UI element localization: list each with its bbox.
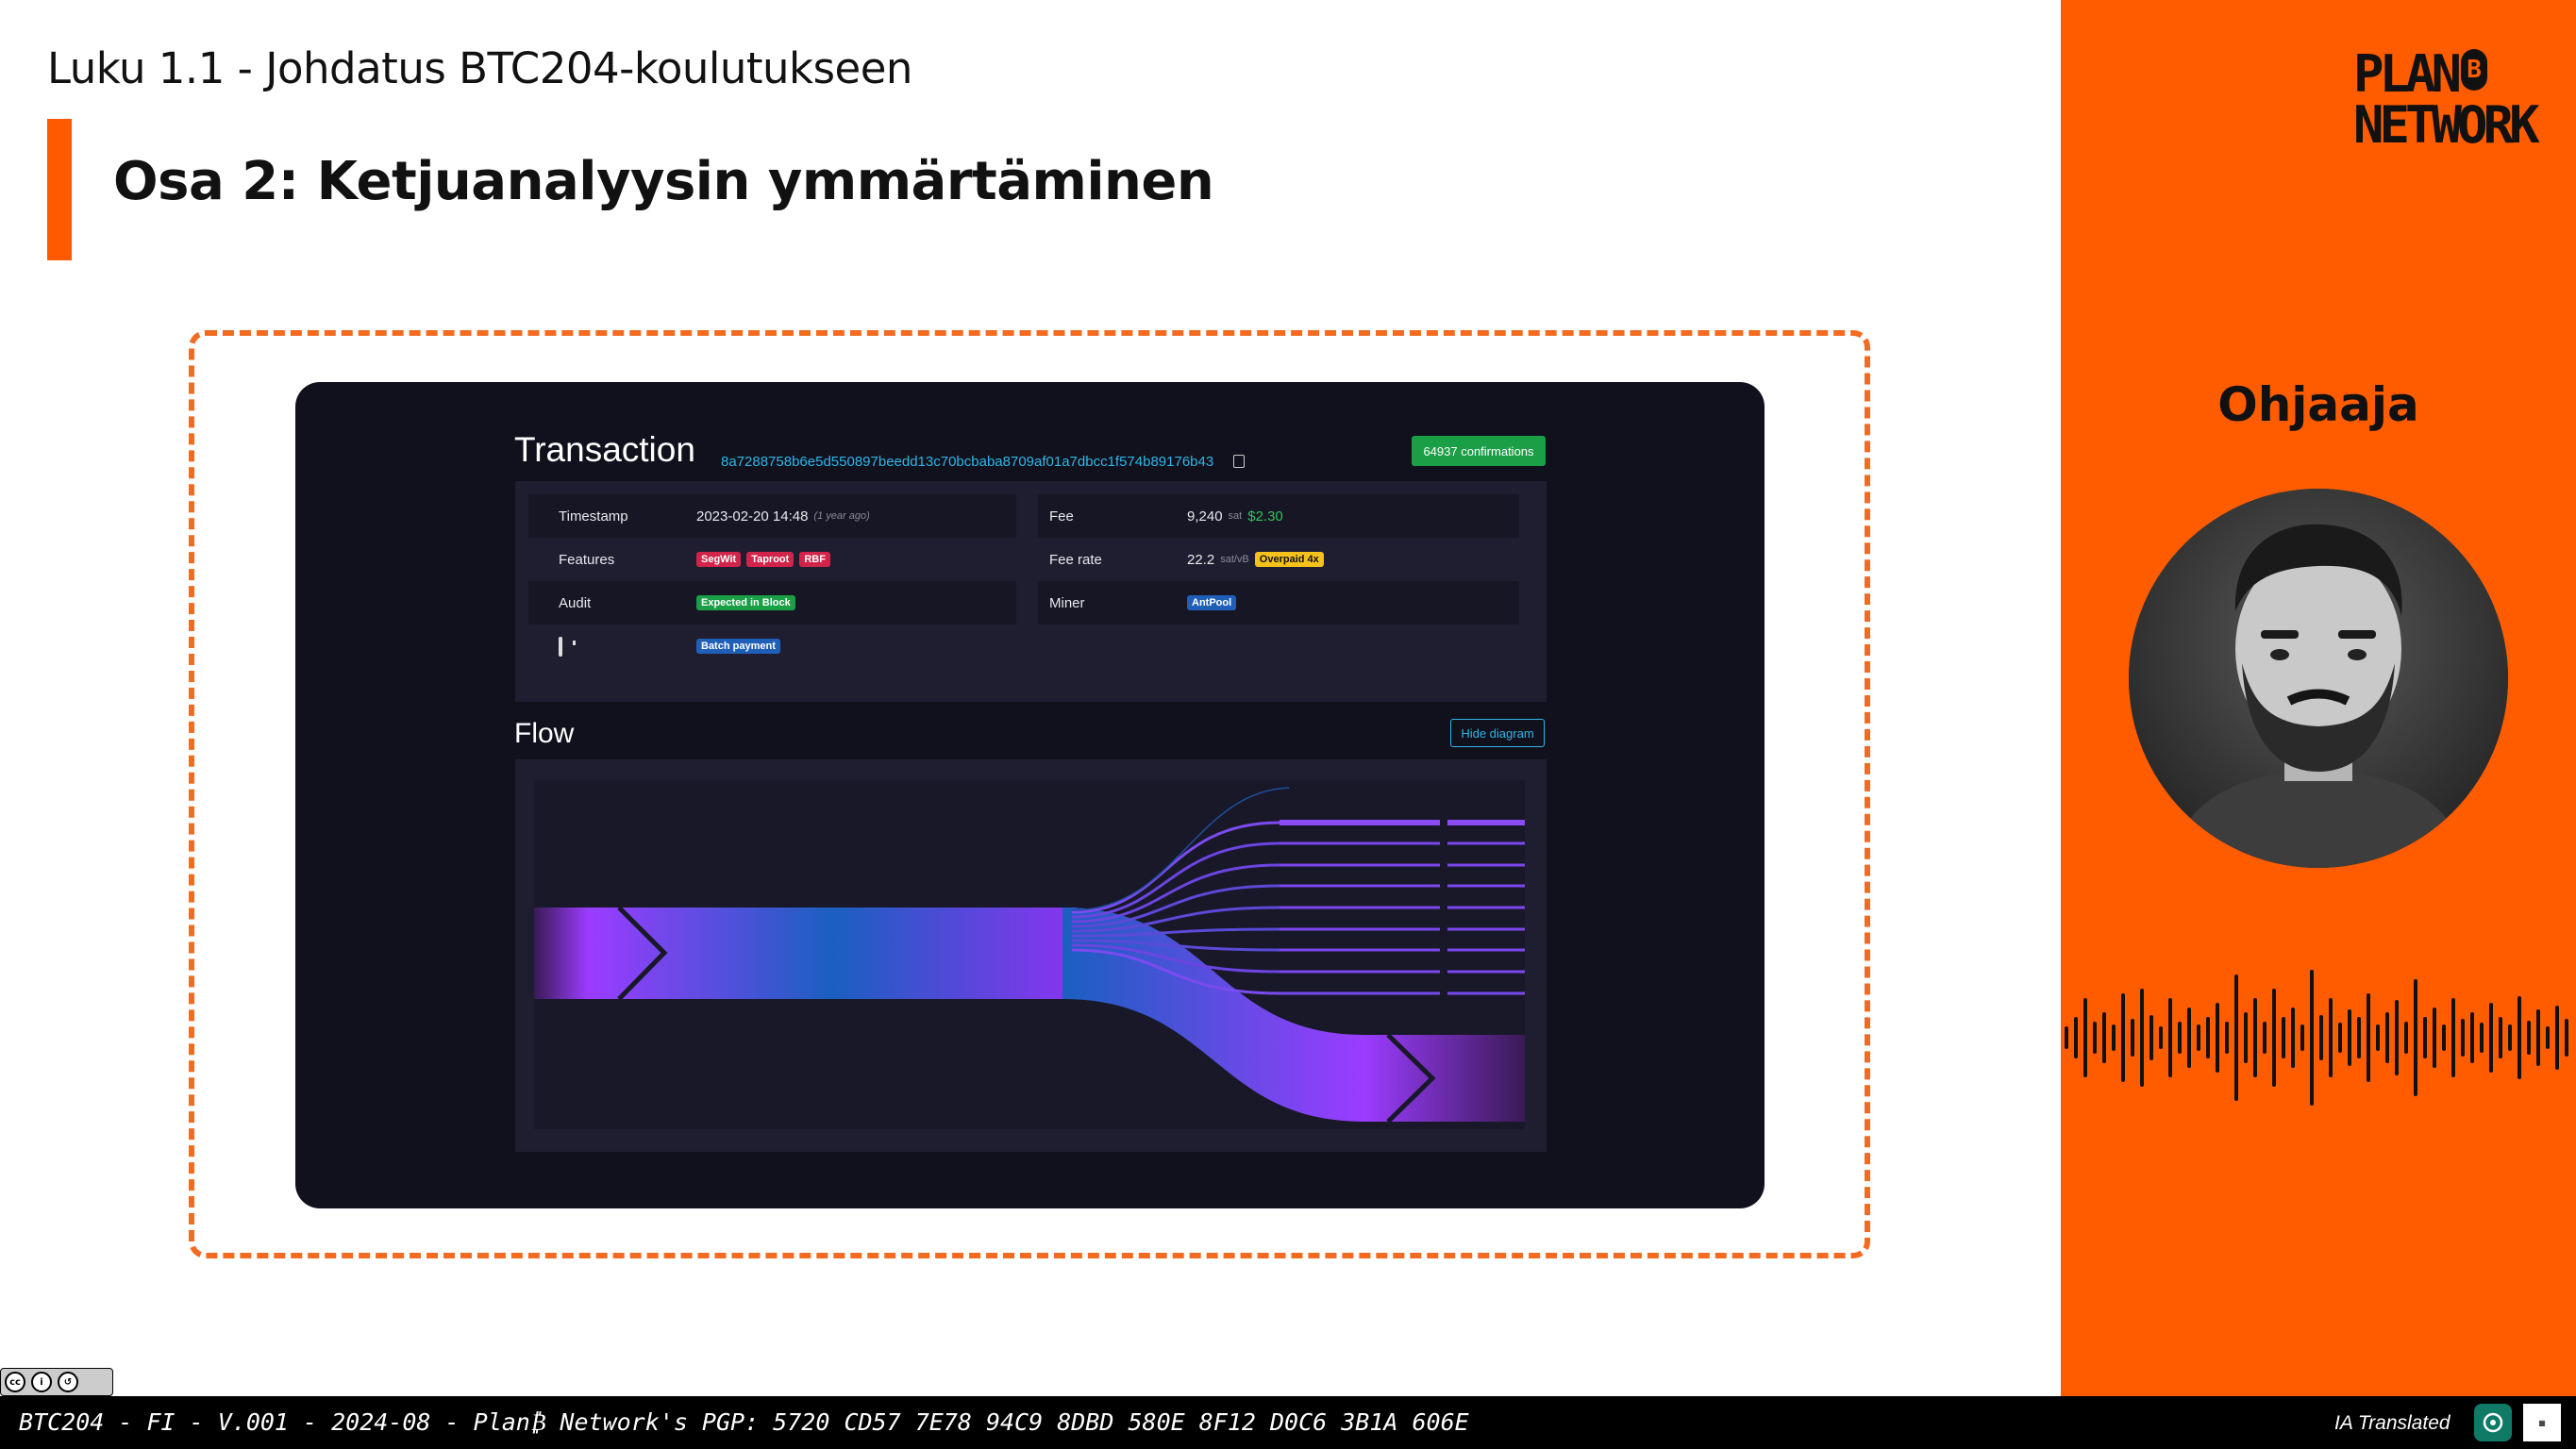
section-accent-bar: [47, 119, 72, 260]
overpaid-badge: Overpaid 4x: [1254, 552, 1324, 567]
glasses-icon: [559, 636, 562, 657]
fee-label: Fee: [1049, 508, 1074, 525]
fee-row: Fee 9,240 sat $2.30: [1038, 494, 1519, 538]
flow-diagram: [534, 787, 1525, 1124]
confirmations-badge: 64937 confirmations: [1412, 436, 1546, 466]
hide-diagram-button[interactable]: Hide diagram: [1450, 719, 1545, 747]
fee-rate-unit: sat/vB: [1220, 554, 1249, 565]
fee-rate-row: Fee rate 22.2 sat/vB Overpaid 4x: [1038, 538, 1519, 581]
features-tags: SegWit Taproot RBF: [696, 552, 830, 567]
feature-tag-rbf[interactable]: RBF: [799, 552, 830, 567]
section-title: Osa 2: Ketjuanalyysin ymmärtäminen: [113, 151, 1214, 212]
instructor-sidebar: PLAN B NETWORK Ohjaaja: [2061, 0, 2576, 1396]
audit-row: Audit Expected in Block: [528, 581, 1016, 625]
miner-row: Miner AntPool: [1038, 581, 1519, 625]
fee-rate-value-group: 22.2 sat/vB Overpaid 4x: [1187, 552, 1324, 568]
transaction-title: Transaction: [514, 430, 695, 469]
cc-icon: cc: [5, 1372, 25, 1392]
batch-payment-badge: Batch payment: [696, 639, 780, 654]
timestamp-value-group: 2023-02-20 14:48 (1 year ago): [696, 508, 870, 525]
batch-value-group: Batch payment: [696, 639, 780, 654]
instructor-photo: [2129, 489, 2508, 868]
timestamp-row: Timestamp 2023-02-20 14:48 (1 year ago): [528, 494, 1016, 538]
miner-badge[interactable]: AntPool: [1187, 595, 1237, 610]
audit-badge: Expected in Block: [696, 595, 795, 610]
flow-title: Flow: [514, 718, 575, 749]
change-output-flow: [1062, 908, 1364, 1122]
chapter-title: Luku 1.1 - Johdatus BTC204-koulutukseen: [47, 43, 912, 93]
fee-usd: $2.30: [1247, 508, 1283, 525]
features-label: Features: [559, 551, 615, 568]
fee-rate-value: 22.2: [1187, 551, 1215, 568]
audit-label: Audit: [559, 594, 592, 611]
timestamp-ago: (1 year ago): [813, 510, 870, 522]
logo-line2: NETWORK: [2353, 95, 2540, 155]
audio-waveform: [2065, 970, 2568, 1106]
translation-partner-icon: ▦: [2523, 1404, 2561, 1441]
plan-b-network-logo: PLAN B NETWORK: [2353, 49, 2542, 151]
instructor-label: Ohjaaja: [2217, 377, 2419, 432]
fee-rate-label: Fee rate: [1049, 551, 1102, 568]
sa-icon: ↺: [58, 1372, 78, 1392]
fee-value: 9,240: [1187, 508, 1223, 525]
fee-unit: sat: [1228, 510, 1243, 522]
timestamp-value: 2023-02-20 14:48: [696, 508, 809, 525]
input-flow: [534, 908, 1077, 999]
footer-pgp-text: BTC204 - FI - V.001 - 2024-08 - Plan₿ Ne…: [19, 1408, 1469, 1436]
fee-value-group: 9,240 sat $2.30: [1187, 508, 1283, 525]
flow-panel: [515, 759, 1547, 1152]
timestamp-label: Timestamp: [559, 508, 628, 525]
mempool-screenshot: Transaction 8a7288758b6e5d550897beedd13c…: [295, 382, 1765, 1208]
copy-icon[interactable]: [1233, 455, 1245, 468]
flow-diagram-area: [534, 780, 1525, 1129]
transaction-details-panel: Timestamp 2023-02-20 14:48 (1 year ago) …: [515, 481, 1547, 702]
audit-value-group: Expected in Block: [696, 595, 795, 610]
feature-tag-taproot[interactable]: Taproot: [746, 552, 795, 567]
batch-row: Batch payment: [528, 625, 1016, 668]
glasses-icon-wrap: [559, 636, 562, 657]
ia-translated-label: IA Translated: [2334, 1412, 2451, 1434]
creative-commons-badge: cc i ↺: [0, 1368, 113, 1396]
miner-value-group: AntPool: [1187, 595, 1237, 610]
by-icon: i: [31, 1372, 52, 1392]
miner-label: Miner: [1049, 594, 1085, 611]
feature-tag-segwit[interactable]: SegWit: [696, 552, 742, 567]
features-row: Features SegWit Taproot RBF: [528, 538, 1016, 581]
openai-icon: [2474, 1404, 2512, 1441]
instructor-avatar: [2129, 489, 2508, 868]
transaction-hash-link[interactable]: 8a7288758b6e5d550897beedd13c70bcbaba8709…: [721, 454, 1213, 470]
openai-glyph: [2483, 1412, 2503, 1433]
change-output-end: [1364, 1035, 1525, 1122]
logo-bitcoin-b: B: [2461, 49, 2488, 91]
footer-bar: BTC204 - FI - V.001 - 2024-08 - Plan₿ Ne…: [0, 1396, 2576, 1449]
